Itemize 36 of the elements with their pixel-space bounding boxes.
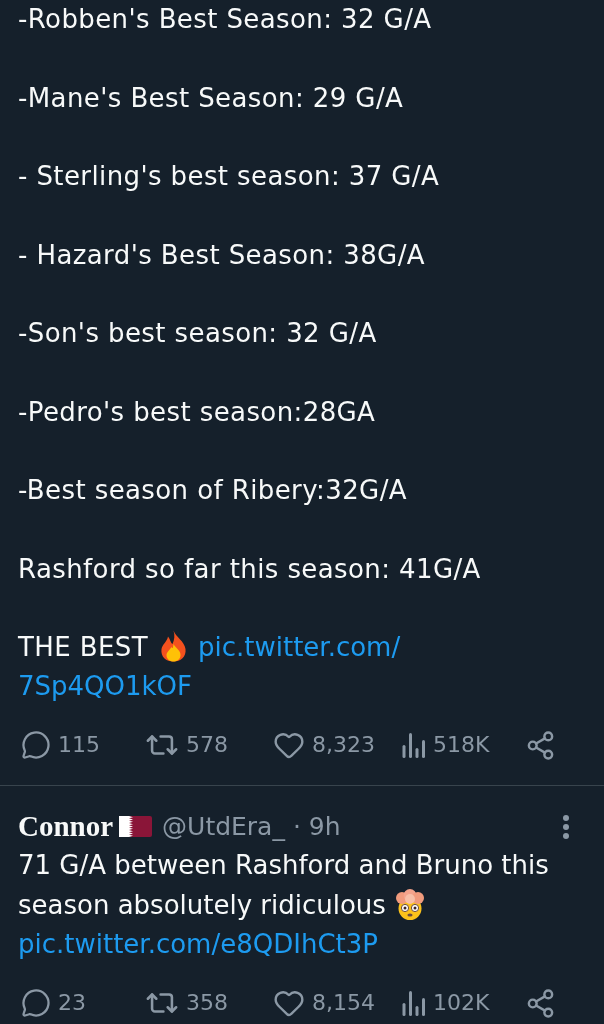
link[interactable]: pic.twitter.com/e8QDIhCt3P	[18, 929, 378, 959]
author-name[interactable]: Connor	[18, 812, 114, 841]
tweet-text: - Hazard's Best Season: 38G/A	[18, 238, 425, 272]
like-button[interactable]: 8,323	[273, 729, 375, 761]
share-icon	[525, 729, 556, 761]
retweet-button[interactable]: 578	[145, 728, 228, 762]
tweet-text: -Pedro's best season:28GA	[18, 395, 376, 429]
share-button[interactable]	[525, 987, 556, 1019]
share-icon	[525, 987, 556, 1019]
tweet-text: -Best season of Ribery:32G/A	[18, 474, 407, 507]
bar-chart-icon	[402, 990, 426, 1016]
tweet-text: -Robben's Best Season: 32 G/A	[18, 3, 432, 36]
tweet-text: THE BEST pic.twitter.com/ 7Sp4QO1kOF	[18, 629, 401, 703]
reply-button[interactable]: 23	[21, 988, 86, 1018]
link[interactable]: pic.twitter.com/	[198, 632, 401, 662]
tweet-text: Rashford so far this season: 41G/A	[18, 552, 481, 586]
exploding-head-icon	[393, 888, 426, 920]
flag-icon	[119, 816, 153, 837]
reply-button[interactable]: 115	[21, 730, 100, 760]
share-button[interactable]	[525, 729, 556, 761]
views-button[interactable]: 518K	[402, 732, 490, 758]
fire-icon	[159, 630, 188, 662]
handle-and-time: @UtdEra_ · 9h	[162, 814, 341, 839]
bar-chart-icon	[402, 732, 426, 758]
tweet-text: -Mane's Best Season: 29 G/A	[18, 81, 404, 115]
tweet-text: - Sterling's best season: 37 G/A	[18, 160, 440, 193]
tweet-text: 71 G/A between Rashford and Bruno this season absolutely ridiculous pic.twitter.com/e8QDIhCt3P	[18, 849, 550, 961]
retweet-button[interactable]: 358	[145, 986, 228, 1020]
speech-bubble-icon	[21, 730, 51, 760]
like-button[interactable]: 8,154	[273, 987, 375, 1019]
tweet-text: -Son's best season: 32 G/A	[18, 317, 377, 350]
link[interactable]: 7Sp4QO1kOF	[18, 671, 193, 701]
views-button[interactable]: 102K	[402, 990, 490, 1016]
more-button[interactable]	[562, 813, 570, 840]
speech-bubble-icon	[21, 988, 51, 1018]
more-icon	[562, 813, 570, 840]
